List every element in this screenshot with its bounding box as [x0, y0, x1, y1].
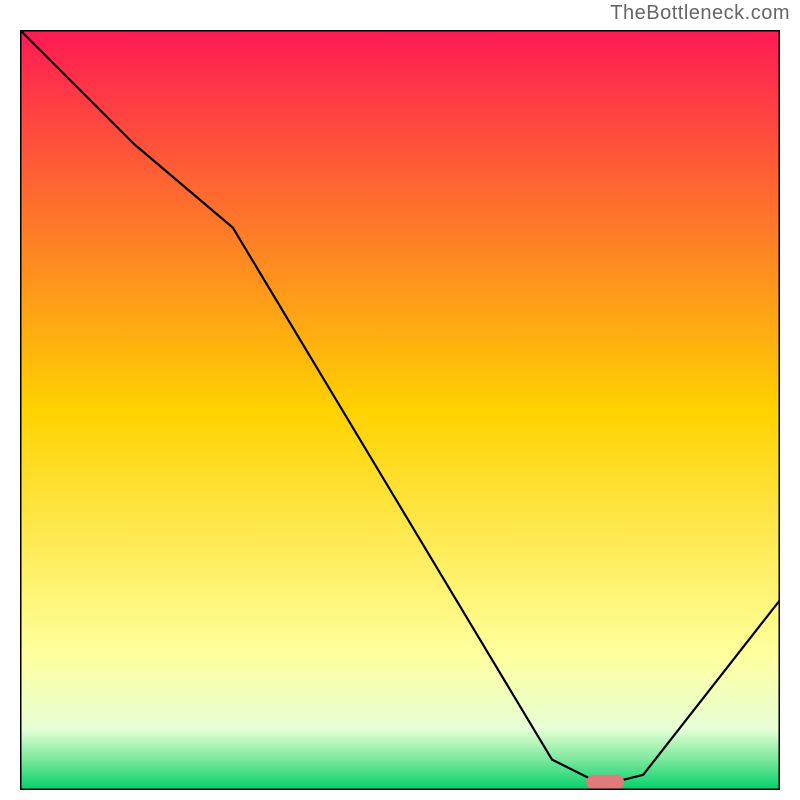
bottleneck-chart [20, 30, 780, 790]
optimal-marker [586, 775, 624, 790]
chart-svg [20, 30, 780, 790]
watermark-text: TheBottleneck.com [610, 2, 790, 25]
